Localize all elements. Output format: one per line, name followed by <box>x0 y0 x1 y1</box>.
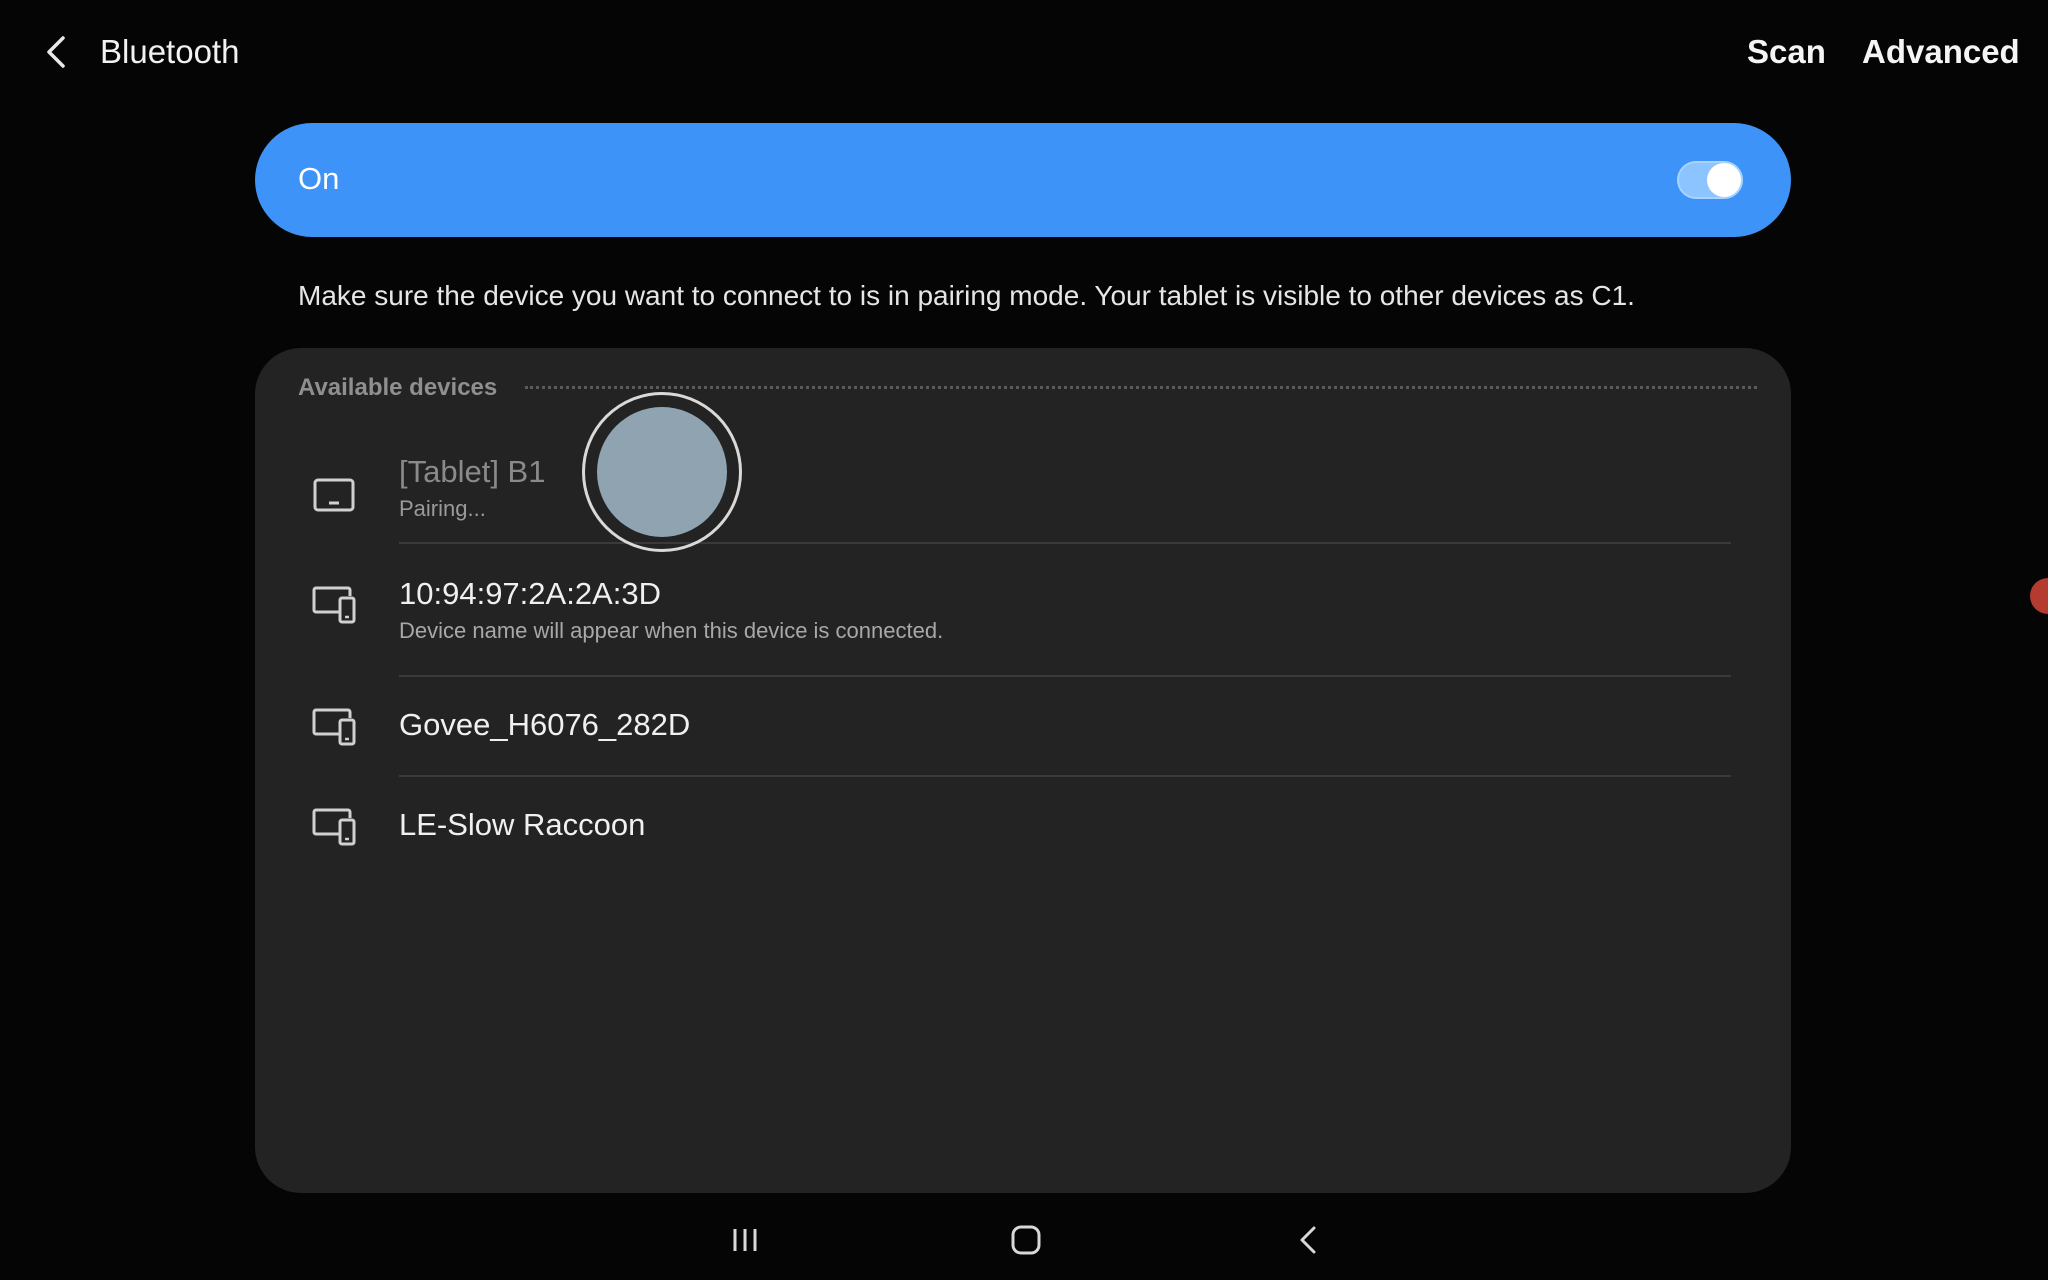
devices-icon <box>312 708 356 746</box>
section-divider <box>525 386 1757 389</box>
touch-indicator <box>597 407 727 537</box>
top-bar: Bluetooth Scan Advanced <box>0 0 2048 104</box>
device-name: LE-Slow Raccoon <box>399 807 646 842</box>
device-name: 10:94:97:2A:2A:3D <box>399 576 661 611</box>
home-icon <box>1011 1225 1041 1255</box>
bluetooth-toggle-bar[interactable]: On <box>255 123 1791 237</box>
device-item[interactable]: 10:94:97:2A:2A:3D Device name will appea… <box>255 544 1791 676</box>
device-name: Govee_H6076_282D <box>399 707 691 742</box>
recents-icon <box>733 1229 757 1251</box>
home-button[interactable] <box>996 1216 1056 1264</box>
nav-back-button[interactable] <box>1278 1216 1338 1264</box>
toggle-label: On <box>298 161 340 196</box>
devices-icon <box>312 586 356 624</box>
bluetooth-switch[interactable] <box>1677 161 1743 199</box>
scan-button[interactable]: Scan <box>1747 30 1826 74</box>
pairing-description: Make sure the device you want to connect… <box>298 280 1635 311</box>
switch-knob <box>1707 163 1741 197</box>
back-button[interactable] <box>38 28 74 76</box>
recents-button[interactable] <box>715 1216 775 1264</box>
available-devices-header: Available devices <box>298 374 498 401</box>
advanced-button[interactable]: Advanced <box>1862 30 2020 74</box>
device-name: [Tablet] B1 <box>399 454 546 489</box>
device-status: Pairing... <box>399 496 486 521</box>
available-devices-panel: Available devices [Tablet] B1 Pairing...… <box>255 348 1791 1193</box>
devices-icon <box>312 808 356 846</box>
page-title: Bluetooth <box>100 33 240 70</box>
nav-back-icon <box>1300 1226 1316 1254</box>
edge-panel-handle[interactable] <box>2030 578 2048 614</box>
chevron-left-icon <box>47 36 65 68</box>
device-item[interactable]: Govee_H6076_282D <box>255 677 1791 775</box>
device-item[interactable]: LE-Slow Raccoon <box>255 777 1791 877</box>
tablet-icon <box>313 478 355 512</box>
device-subtitle: Device name will appear when this device… <box>399 618 944 643</box>
navigation-bar <box>0 1200 2048 1280</box>
